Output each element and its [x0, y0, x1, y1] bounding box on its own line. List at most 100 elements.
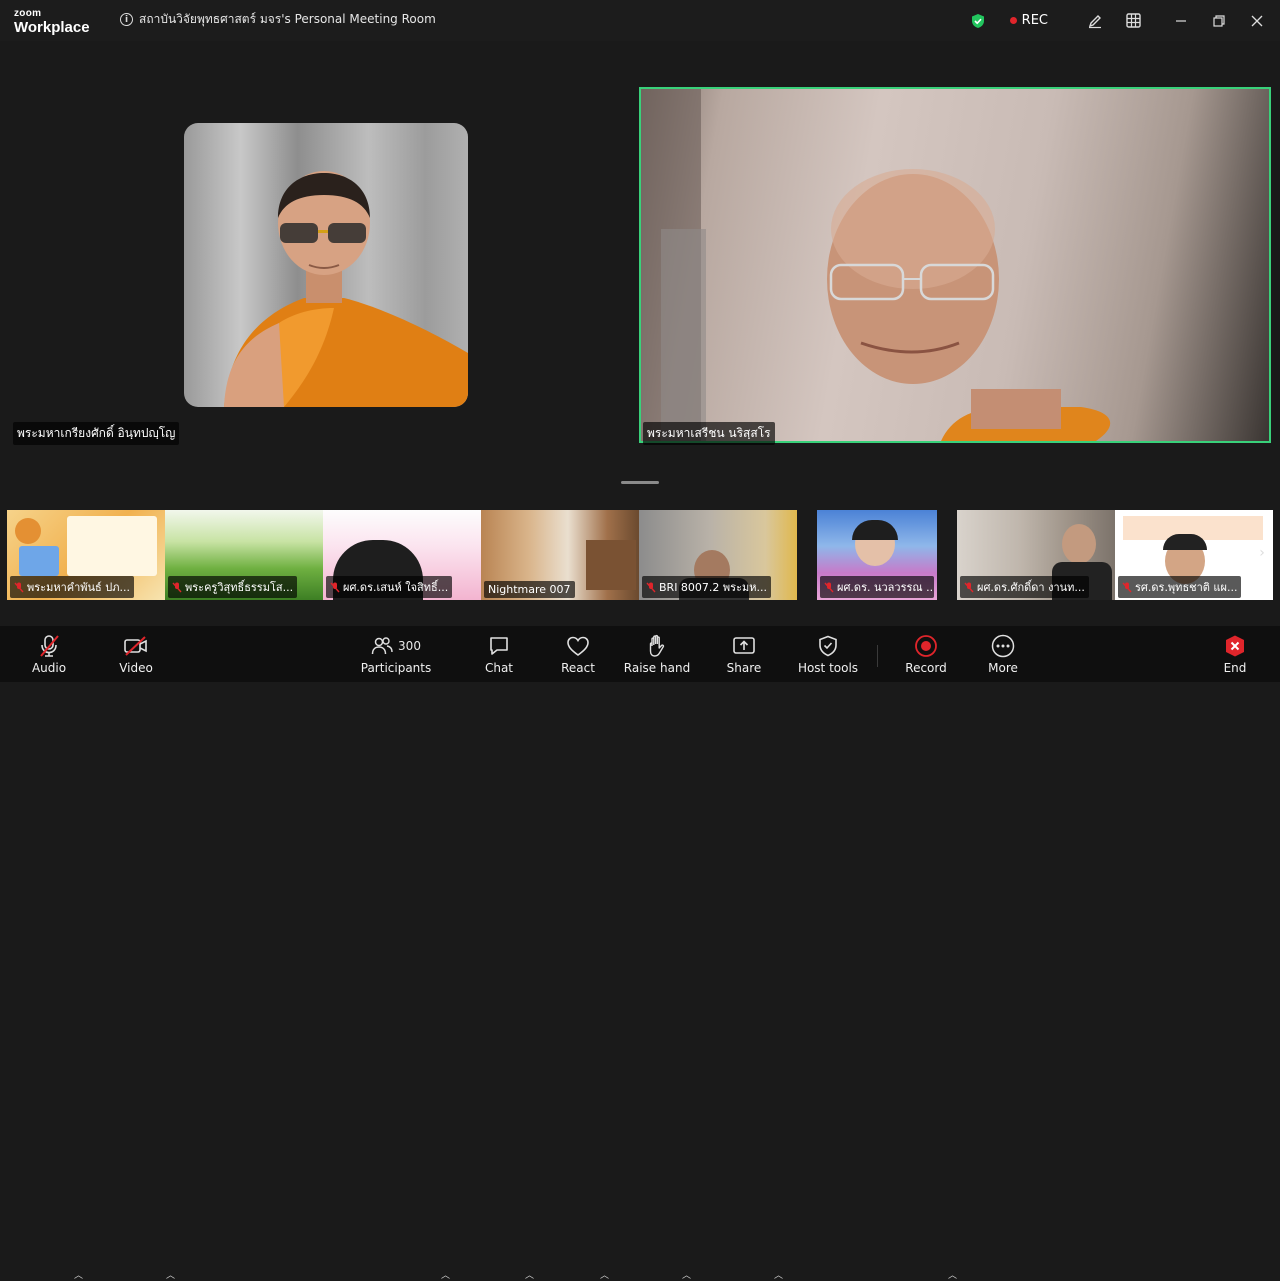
camera-off-icon: [124, 636, 147, 656]
record-options-caret-icon[interactable]: ︿: [948, 1268, 957, 1281]
thumbnail-name: ผศ.ดร.ศักดิ์ดา งานท...: [977, 581, 1085, 594]
participants-options-caret-icon[interactable]: ︿: [441, 1268, 450, 1281]
raise-hand-icon: [649, 634, 665, 657]
thumbnail-6[interactable]: ผศ.ดร. นวลวรรณ ...: [817, 510, 937, 600]
thumbnail-name-tag: BRI 8007.2 พระมห...: [642, 576, 771, 598]
participant-video-1[interactable]: [184, 123, 468, 407]
monk-portrait-image: [641, 89, 1111, 441]
restore-button[interactable]: [1200, 0, 1238, 41]
muted-mic-icon: [14, 582, 24, 592]
audio-options-caret-icon[interactable]: ︿: [74, 1268, 83, 1281]
meeting-stage: พระมหาเกรียงศักดิ์ อินฺทปญฺโญ พระมหาเสรี…: [0, 41, 1280, 626]
thumbnail-name: พระครูวิสุทธิ์ธรรมโส...: [185, 581, 294, 594]
video-label: Video: [119, 661, 153, 675]
more-dots-icon: [991, 634, 1015, 658]
participants-label: Participants: [360, 661, 432, 675]
thumbnail-name: พระมหาคำพันธ์ ปภ...: [27, 581, 130, 594]
grid-view-icon: [1125, 13, 1141, 28]
view-button[interactable]: [1114, 0, 1152, 41]
heart-icon: [567, 636, 589, 656]
muted-mic-icon: [172, 582, 182, 592]
more-label: More: [988, 661, 1018, 675]
chat-options-caret-icon[interactable]: ︿: [525, 1268, 534, 1281]
rec-label: REC: [1021, 13, 1048, 28]
end-meeting-button[interactable]: End: [1195, 634, 1275, 675]
participants-button[interactable]: 300 Participants: [356, 634, 436, 675]
info-icon[interactable]: i: [120, 13, 133, 26]
audio-label: Audio: [31, 661, 67, 675]
annotate-button[interactable]: [1076, 0, 1114, 41]
next-page-button[interactable]: ›: [1253, 541, 1271, 565]
thumbnail-3[interactable]: ผศ.ดร.เสนห์ ใจสิทธิ์...: [323, 510, 481, 600]
thumbnail-strip: พระมหาคำพันธ์ ปภ... พระครูวิสุทธิ์ธรรมโส…: [7, 510, 1273, 600]
end-label: End: [1223, 661, 1247, 675]
meeting-title: สถาบันวิจัยพุทธศาสตร์ มจร's Personal Mee…: [139, 12, 436, 26]
mic-muted-icon: [40, 635, 59, 657]
muted-mic-icon: [824, 582, 834, 592]
raise-hand-label: Raise hand: [623, 661, 691, 675]
thumbnail-2[interactable]: พระครูวิสุทธิ์ธรรมโส...: [165, 510, 323, 600]
participants-icon: [371, 637, 393, 655]
resize-handle[interactable]: [621, 481, 659, 484]
end-call-icon: [1226, 635, 1244, 657]
minimize-button[interactable]: [1162, 0, 1200, 41]
thumbnail-7[interactable]: ผศ.ดร.ศักดิ์ดา งานท...: [957, 510, 1115, 600]
close-icon: [1251, 15, 1263, 26]
raise-hand-options-caret-icon[interactable]: ︿: [682, 1268, 691, 1281]
thumbnail-1[interactable]: พระมหาคำพันธ์ ปภ...: [7, 510, 165, 600]
thumbnail-name-tag: ผศ.ดร.ศักดิ์ดา งานท...: [960, 576, 1089, 598]
thumbnail-name: BRI 8007.2 พระมห...: [659, 581, 767, 594]
muted-mic-icon: [1122, 582, 1132, 592]
host-tools-label: Host tools: [797, 661, 859, 675]
raise-hand-button[interactable]: Raise hand: [617, 634, 697, 675]
more-button[interactable]: More: [963, 634, 1043, 675]
rec-dot-icon: [1009, 17, 1017, 24]
record-button[interactable]: Record: [886, 634, 966, 675]
thumbnail-name-tag: Nightmare 007: [484, 581, 575, 598]
participant-video-2-active-speaker[interactable]: [639, 87, 1271, 443]
share-screen-icon: [733, 637, 755, 654]
react-button[interactable]: React: [538, 634, 618, 675]
meeting-info[interactable]: i สถาบันวิจัยพุทธศาสตร์ มจร's Personal M…: [120, 10, 436, 29]
thumbnail-4[interactable]: Nightmare 007: [481, 510, 639, 600]
muted-mic-icon: [646, 582, 656, 592]
thumbnail-name-tag: รศ.ดร.พุทธชาติ แผ...: [1118, 576, 1242, 598]
react-label: React: [561, 661, 595, 675]
muted-mic-icon: [964, 582, 974, 592]
brand-bottom: Workplace: [14, 19, 90, 36]
chevron-right-icon: ›: [1259, 545, 1265, 561]
record-label: Record: [905, 661, 947, 675]
thumbnail-5[interactable]: BRI 8007.2 พระมห...: [639, 510, 797, 600]
chat-button[interactable]: Chat: [459, 634, 539, 675]
host-shield-icon: [819, 635, 837, 657]
participants-count: 300: [398, 639, 421, 653]
close-button[interactable]: [1238, 0, 1276, 41]
host-tools-button[interactable]: Host tools: [788, 634, 868, 675]
recording-indicator[interactable]: REC: [1009, 13, 1048, 28]
meeting-toolbar: Audio ︿ Video ︿ 300 Participants ︿ Chat …: [0, 626, 1280, 1281]
thumbnail-name-tag: พระครูวิสุทธิ์ธรรมโส...: [168, 576, 298, 598]
thumbnail-name: ผศ.ดร. นวลวรรณ ...: [837, 581, 934, 594]
thumbnail-name: Nightmare 007: [488, 583, 571, 596]
video-options-caret-icon[interactable]: ︿: [166, 1268, 175, 1281]
zoom-logo: zoom Workplace: [14, 9, 90, 36]
toolbar-separator: [877, 645, 878, 667]
participant-name-2: พระมหาเสรีชน นริสฺสโร: [643, 422, 775, 445]
participant-name-1: พระมหาเกรียงศักดิ์ อินฺทปญฺโญ: [13, 422, 180, 445]
minimize-icon: [1176, 19, 1186, 22]
video-button[interactable]: Video: [96, 634, 176, 675]
muted-mic-icon: [330, 582, 340, 592]
thumbnail-8[interactable]: รศ.ดร.พุทธชาติ แผ...: [1115, 510, 1273, 600]
thumbnail-name-tag: ผศ.ดร.เสนห์ ใจสิทธิ์...: [326, 576, 453, 598]
share-options-caret-icon[interactable]: ︿: [774, 1268, 783, 1281]
monk-portrait-image: [224, 171, 468, 407]
pen-icon: [1088, 14, 1101, 28]
thumbnail-name-tag: ผศ.ดร. นวลวรรณ ...: [820, 576, 934, 598]
share-button[interactable]: Share: [704, 634, 784, 675]
security-shield-icon[interactable]: [970, 13, 986, 29]
thumbnail-name: รศ.ดร.พุทธชาติ แผ...: [1135, 581, 1238, 594]
react-options-caret-icon[interactable]: ︿: [600, 1268, 609, 1281]
thumbnail-name: ผศ.ดร.เสนห์ ใจสิทธิ์...: [343, 581, 449, 594]
chat-icon: [490, 637, 508, 655]
audio-button[interactable]: Audio: [9, 634, 89, 675]
